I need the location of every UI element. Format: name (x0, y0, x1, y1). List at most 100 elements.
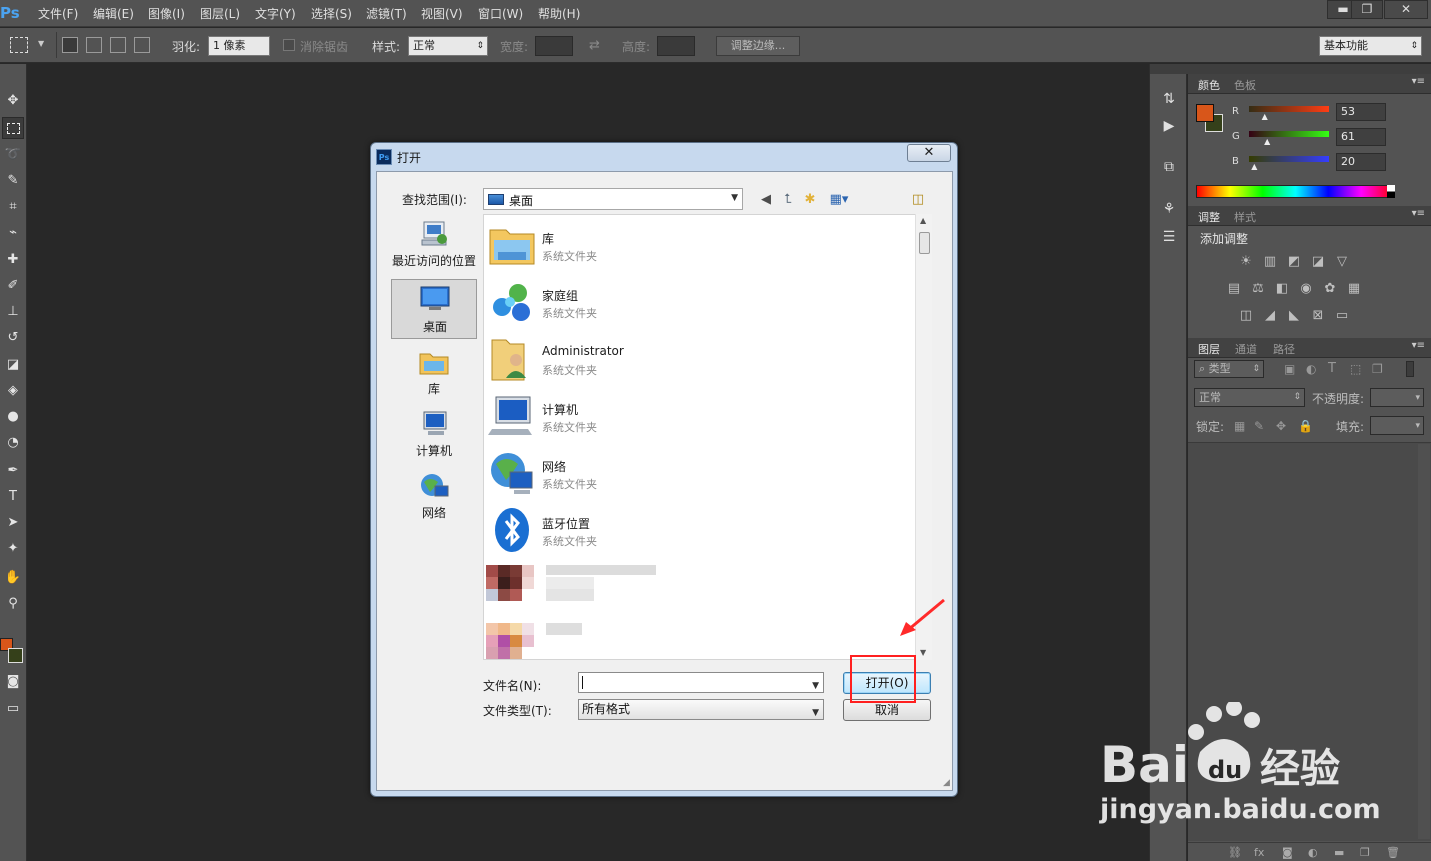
marquee-preset-icon[interactable] (10, 37, 28, 53)
invert-icon[interactable]: ◫ (1238, 309, 1254, 323)
place-network[interactable]: 网络 (391, 468, 477, 528)
filter-pixel-icon[interactable]: ▣ (1284, 362, 1295, 376)
folder-star-icon[interactable]: ◫ (909, 191, 927, 209)
menu-window[interactable]: 窗口(W) (478, 5, 523, 22)
tab-paths[interactable]: 路径 (1271, 341, 1297, 357)
channel-r-input[interactable]: 53 (1336, 103, 1386, 121)
selective-color-icon[interactable]: ⊠ (1310, 309, 1326, 323)
curves-icon[interactable]: ◩ (1286, 255, 1302, 269)
antialias-checkbox[interactable] (283, 39, 295, 51)
add-selection-icon[interactable] (86, 37, 102, 53)
place-libraries[interactable]: 库 (391, 344, 477, 404)
delete-layer-icon[interactable]: 🗑 (1386, 846, 1400, 859)
list-item[interactable]: Administrator 系统文件夹 (488, 331, 908, 388)
hand-tool-icon[interactable]: ✋ (2, 567, 24, 589)
properties-panel-icon[interactable]: ☰ (1160, 228, 1178, 246)
menu-type[interactable]: 文字(Y) (255, 5, 296, 22)
lasso-tool-icon[interactable]: ➰ (2, 144, 24, 166)
dialog-close-button[interactable]: ✕ (907, 144, 951, 162)
black-white-swatch[interactable] (1387, 185, 1395, 198)
filter-toggle[interactable] (1406, 361, 1414, 377)
panel-menu-icon[interactable]: ▾≡ (1412, 76, 1425, 87)
feather-input[interactable]: 1 像素 (208, 36, 270, 56)
layer-filter-select[interactable]: ⌕ 类型 ⇕ (1194, 360, 1264, 378)
file-name-input[interactable]: ▼ (578, 672, 824, 693)
list-item[interactable]: 库 系统文件夹 (488, 217, 908, 274)
lock-transparent-icon[interactable]: ▦ (1234, 419, 1245, 433)
fill-input[interactable]: ▾ (1370, 416, 1424, 435)
place-computer[interactable]: 计算机 (391, 406, 477, 466)
restore-button[interactable]: ❐ (1351, 0, 1383, 19)
file-type-select[interactable]: 所有格式 ▼ (578, 699, 824, 720)
brush-presets-icon[interactable]: ⚘ (1160, 200, 1178, 218)
new-folder-icon[interactable]: ✱ (801, 191, 819, 209)
menu-help[interactable]: 帮助(H) (538, 5, 580, 22)
menu-select[interactable]: 选择(S) (311, 5, 352, 22)
channel-b-slider[interactable] (1249, 156, 1329, 162)
hue-saturation-icon[interactable]: ▤ (1226, 282, 1242, 296)
place-desktop[interactable]: 桌面 (391, 279, 477, 339)
threshold-icon[interactable]: ◣ (1286, 309, 1302, 323)
color-balance-icon[interactable]: ⚖ (1250, 282, 1266, 296)
photo-filter-icon[interactable]: ◉ (1298, 282, 1314, 296)
actions-panel-icon[interactable]: ▶ (1160, 117, 1178, 135)
black-white-icon[interactable]: ◧ (1274, 282, 1290, 296)
channel-g-slider-thumb[interactable]: ▲ (1264, 137, 1270, 146)
color-panel-foreground-swatch[interactable] (1196, 104, 1214, 122)
menu-layer[interactable]: 图层(L) (200, 5, 240, 22)
history-brush-tool-icon[interactable]: ↺ (2, 327, 24, 349)
filter-smart-object-icon[interactable]: ❐ (1372, 362, 1383, 376)
history-panel-icon[interactable]: ⇅ (1160, 90, 1178, 108)
resize-grip-icon[interactable]: ◢ (943, 778, 950, 788)
scroll-thumb[interactable] (919, 232, 930, 254)
pen-tool-icon[interactable]: ✒ (2, 460, 24, 482)
height-input[interactable] (657, 36, 695, 56)
tab-adjustments[interactable]: 调整 (1196, 209, 1222, 225)
channel-b-slider-thumb[interactable]: ▲ (1251, 162, 1257, 171)
menu-edit[interactable]: 编辑(E) (93, 5, 134, 22)
workspace-select[interactable]: 基本功能 ⇕ (1319, 36, 1422, 56)
layers-scrollbar[interactable] (1418, 444, 1430, 839)
healing-brush-tool-icon[interactable]: ✚ (2, 249, 24, 271)
chevron-down-icon[interactable]: ▼ (812, 677, 819, 696)
levels-icon[interactable]: ▥ (1262, 255, 1278, 269)
brush-tool-icon[interactable]: ✐ (2, 275, 24, 297)
list-item[interactable]: 计算机 系统文件夹 (488, 388, 908, 445)
preset-dropdown-icon[interactable]: ▼ (38, 39, 44, 48)
filter-type-icon[interactable]: T (1328, 361, 1336, 376)
width-input[interactable] (535, 36, 573, 56)
list-item[interactable]: 蓝牙位置 系统文件夹 (488, 502, 908, 559)
channel-mixer-icon[interactable]: ✿ (1322, 282, 1338, 296)
channel-b-input[interactable]: 20 (1336, 153, 1386, 171)
zoom-tool-icon[interactable]: ⚲ (2, 593, 24, 615)
list-item[interactable]: 家庭组 系统文件夹 (488, 274, 908, 331)
layer-style-icon[interactable]: fx (1254, 846, 1264, 859)
tab-layers[interactable]: 图层 (1196, 341, 1222, 357)
list-item[interactable]: 网络 系统文件夹 (488, 445, 908, 502)
blurred-file-thumbnail[interactable] (486, 565, 656, 611)
panel-menu-icon[interactable]: ▾≡ (1412, 208, 1425, 219)
shape-tool-icon[interactable]: ✦ (2, 538, 24, 560)
channel-g-slider[interactable] (1249, 131, 1329, 137)
close-window-button[interactable]: ✕ (1384, 0, 1428, 19)
vibrance-icon[interactable]: ▽ (1334, 255, 1350, 269)
menu-image[interactable]: 图像(I) (148, 5, 185, 22)
background-color-swatch[interactable] (8, 648, 23, 663)
brightness-contrast-icon[interactable]: ☀ (1238, 255, 1254, 269)
posterize-icon[interactable]: ◢ (1262, 309, 1278, 323)
lock-all-icon[interactable]: 🔒 (1298, 419, 1313, 433)
filter-shape-icon[interactable]: ⬚ (1350, 362, 1361, 376)
file-list-scrollbar[interactable]: ▲ ▼ (915, 214, 932, 660)
opacity-input[interactable]: ▾ (1370, 388, 1424, 407)
tab-color[interactable]: 颜色 (1196, 77, 1222, 93)
back-icon[interactable]: ◀ (757, 191, 775, 209)
panel-menu-icon[interactable]: ▾≡ (1412, 340, 1425, 351)
lock-image-icon[interactable]: ✎ (1254, 419, 1264, 433)
crop-tool-icon[interactable]: ⌗ (2, 196, 24, 218)
dodge-tool-icon[interactable]: ◔ (2, 432, 24, 454)
tab-swatches[interactable]: 色板 (1232, 77, 1258, 93)
channel-r-slider-thumb[interactable]: ▲ (1262, 112, 1268, 121)
gradient-map-icon[interactable]: ▭ (1334, 309, 1350, 323)
view-menu-icon[interactable]: ▦▾ (826, 191, 852, 209)
quick-mask-icon[interactable]: ◙ (2, 671, 24, 693)
